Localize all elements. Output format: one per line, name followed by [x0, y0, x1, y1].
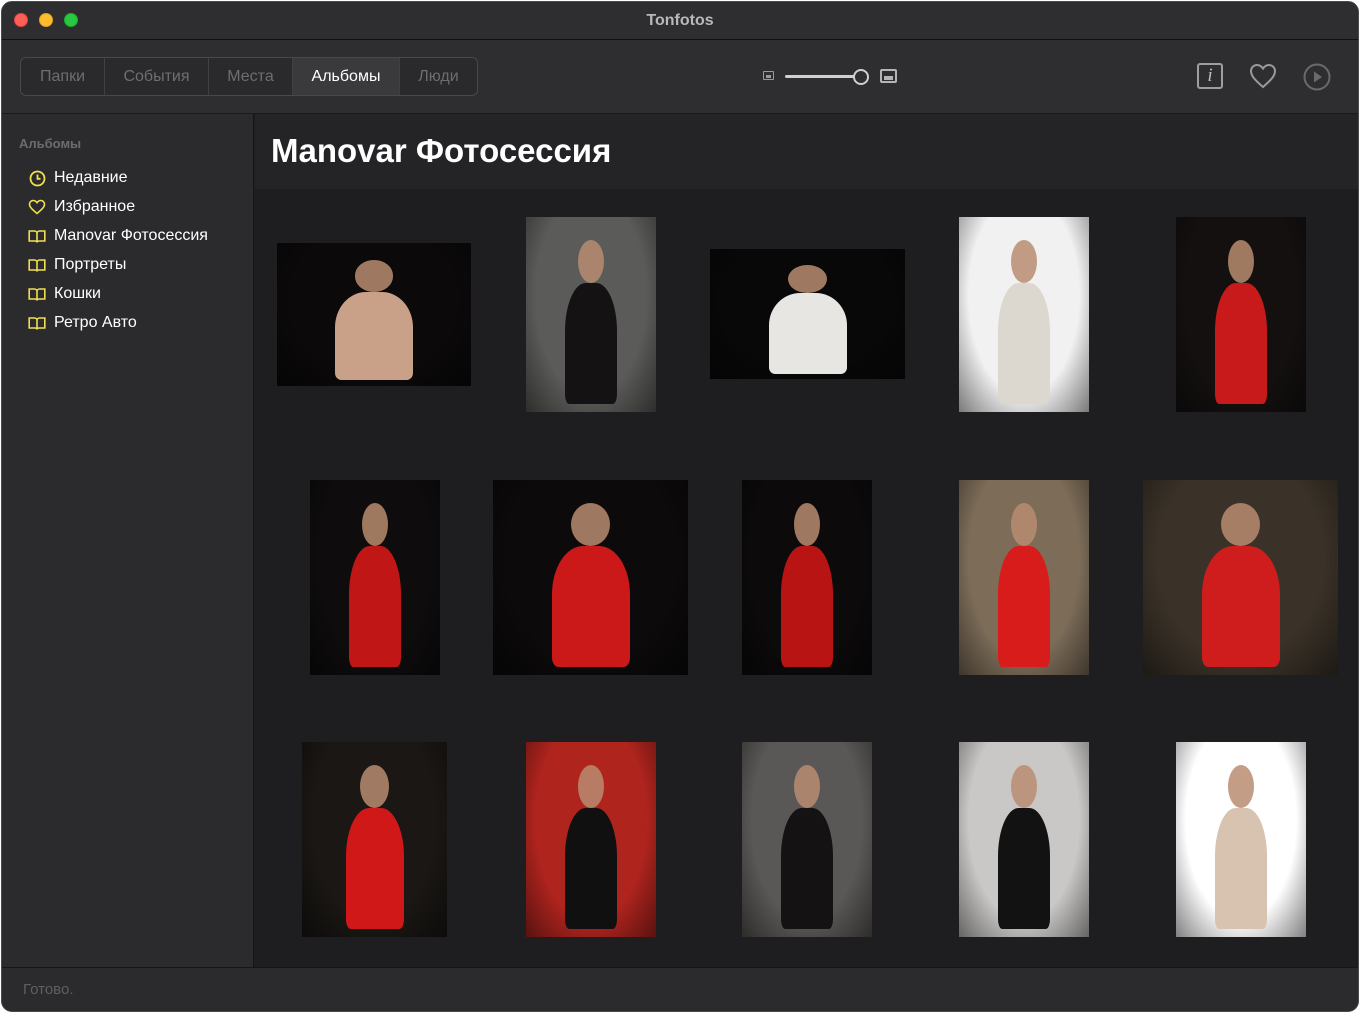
photo-subject [788, 264, 827, 294]
photo-subject-body [1215, 283, 1267, 405]
large-thumbnail-icon [880, 69, 897, 83]
small-thumbnail-icon [763, 71, 774, 80]
photo-subject [1011, 503, 1037, 547]
play-icon [1303, 63, 1331, 91]
photo-subject-body [335, 291, 413, 381]
album-header: Manovar Фотосессия [255, 114, 1358, 189]
photo-subject-body [998, 808, 1050, 930]
view-tabs: Папки События Места Альбомы Люди [20, 57, 478, 96]
clock-icon [28, 169, 46, 187]
book-icon [28, 285, 46, 303]
sidebar-item-label: Ретро Авто [54, 314, 137, 331]
photo-thumbnail[interactable] [526, 742, 656, 937]
tab-folders[interactable]: Папки [21, 58, 105, 95]
heart-icon [1249, 63, 1277, 89]
sidebar-item-label: Кошки [54, 285, 101, 302]
sidebar: Альбомы Недавние Избранное Manovar Фотос… [2, 114, 254, 969]
slideshow-button[interactable] [1303, 63, 1331, 91]
book-icon [28, 314, 46, 332]
book-icon [28, 227, 46, 245]
zoom-slider-knob[interactable] [853, 69, 869, 85]
photo-subject [578, 240, 604, 284]
photo-subject-body [998, 283, 1050, 405]
photo-thumbnail[interactable] [959, 480, 1089, 675]
book-icon [28, 256, 46, 274]
photo-subject-body [768, 293, 847, 374]
tab-events[interactable]: События [105, 58, 209, 95]
toolbar: Папки События Места Альбомы Люди i [2, 40, 1358, 114]
title-bar: Tonfotos [2, 2, 1358, 40]
photo-grid-area: Manovar Фотосессия [255, 114, 1358, 969]
photo-subject [1221, 503, 1260, 547]
photo-subject [354, 260, 394, 292]
photo-thumbnail[interactable] [302, 742, 447, 937]
sidebar-item-portraits[interactable]: Портреты [28, 254, 126, 276]
photo-thumbnail[interactable] [1176, 742, 1306, 937]
sidebar-item-label: Портреты [54, 256, 127, 273]
photo-thumbnail[interactable] [277, 243, 471, 386]
status-bar: Готово. [2, 967, 1358, 1011]
photo-subject [571, 503, 610, 547]
photo-thumbnail[interactable] [710, 249, 905, 379]
photo-subject-body [781, 546, 833, 668]
tab-places[interactable]: Места [209, 58, 293, 95]
heart-icon [28, 198, 46, 216]
photo-thumbnail[interactable] [1143, 480, 1338, 675]
photo-subject [1228, 765, 1254, 809]
photo-subject [794, 503, 820, 547]
photo-subject-body [565, 808, 617, 930]
sidebar-heading: Альбомы [19, 136, 82, 151]
sidebar-item-label: Manovar Фотосессия [54, 227, 208, 244]
photo-thumbnail[interactable] [1176, 217, 1306, 412]
photo-subject-body [565, 283, 617, 405]
sidebar-item-retro-cars[interactable]: Ретро Авто [28, 312, 137, 334]
photo-thumbnail[interactable] [742, 480, 872, 675]
photo-subject-body [1201, 546, 1280, 668]
photo-subject [578, 765, 604, 809]
photo-thumbnail[interactable] [310, 480, 440, 675]
photo-subject-body [551, 546, 630, 668]
photo-thumbnail[interactable] [526, 217, 656, 412]
status-text: Готово. [23, 981, 74, 998]
photo-thumbnail[interactable] [493, 480, 688, 675]
photo-subject-body [349, 546, 401, 668]
photo-subject-body [345, 808, 404, 930]
photo-subject [362, 503, 388, 547]
photo-subject [1011, 240, 1037, 284]
photo-subject [1228, 240, 1254, 284]
sidebar-item-manovar[interactable]: Manovar Фотосессия [28, 225, 208, 247]
app-window: Tonfotos Папки События Места Альбомы Люд… [1, 1, 1359, 1012]
zoom-slider[interactable] [785, 75, 857, 78]
photo-subject [794, 765, 820, 809]
photo-thumbnail[interactable] [742, 742, 872, 937]
album-title: Manovar Фотосессия [271, 132, 612, 169]
photo-thumbnail[interactable] [959, 217, 1089, 412]
photo-thumbnail[interactable] [959, 742, 1089, 937]
tab-people[interactable]: Люди [400, 58, 477, 95]
sidebar-item-favorites[interactable]: Избранное [28, 196, 135, 218]
favorite-button[interactable] [1248, 62, 1278, 90]
sidebar-item-cats[interactable]: Кошки [28, 283, 101, 305]
photo-subject-body [1215, 808, 1267, 930]
tab-albums[interactable]: Альбомы [293, 58, 400, 95]
photo-subject [360, 765, 389, 809]
photo-subject [1011, 765, 1037, 809]
sidebar-item-label: Недавние [54, 169, 128, 186]
sidebar-item-recent[interactable]: Недавние [28, 167, 128, 189]
window-title: Tonfotos [646, 12, 714, 29]
photo-subject-body [781, 808, 833, 930]
sidebar-item-label: Избранное [54, 198, 136, 215]
photo-subject-body [998, 546, 1050, 668]
info-button[interactable]: i [1197, 63, 1223, 89]
